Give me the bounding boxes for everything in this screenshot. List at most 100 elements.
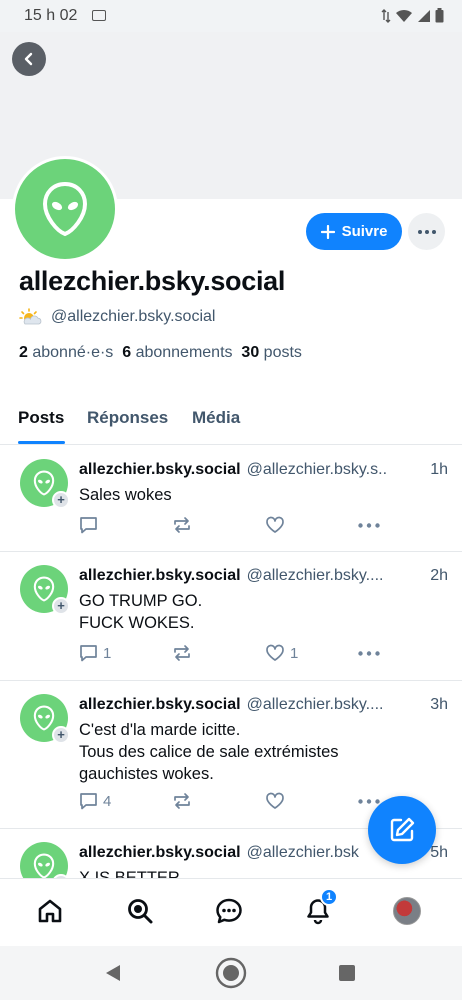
plus-icon [320, 224, 335, 239]
signal-icon [418, 9, 430, 22]
post-timestamp: 1h [430, 461, 448, 478]
post-text: Sales wokes [79, 484, 448, 506]
wifi-icon [396, 9, 412, 22]
posts-stat: 30 posts [241, 344, 302, 361]
ellipsis-icon [417, 229, 436, 234]
alien-icon [33, 576, 55, 602]
nav-search[interactable] [120, 891, 160, 931]
post-text: X IS BETTER [79, 867, 448, 878]
more-options-button[interactable] [408, 213, 445, 250]
triangle-back-icon [106, 965, 120, 981]
reply-count: 4 [103, 792, 112, 810]
post-header: allezchier.bsky.social @allezchier.bsky.… [79, 696, 448, 714]
profile-avatar[interactable] [12, 156, 118, 262]
post-more-button[interactable] [358, 523, 380, 528]
followers-count: 2 [19, 344, 28, 361]
profile-display-name: allezchier.bsky.social [19, 266, 286, 296]
post-timestamp: 5h [430, 844, 448, 861]
system-recents-button[interactable] [338, 964, 356, 982]
repost-button[interactable] [172, 644, 192, 662]
reply-button[interactable]: 4 [79, 792, 111, 810]
post-header: allezchier.bsky.social @allezchier.bsky.… [79, 461, 448, 479]
circle-home-icon [215, 957, 247, 989]
chevron-left-icon [24, 52, 33, 66]
post-author-avatar[interactable]: + [20, 565, 70, 615]
reply-count: 1 [103, 644, 112, 662]
reply-button[interactable]: 1 [79, 644, 111, 662]
post-text-line: X IS BETTER [79, 869, 180, 878]
alien-icon [33, 470, 55, 496]
post-author-avatar[interactable]: + [20, 694, 70, 744]
post-author-name[interactable]: allezchier.bsky.social [79, 567, 241, 585]
compose-icon [390, 817, 415, 842]
follow-plus-badge[interactable]: + [52, 491, 70, 509]
ellipsis-icon [358, 799, 380, 804]
like-button[interactable]: 1 [265, 644, 298, 662]
system-home-button[interactable] [215, 957, 247, 989]
alien-icon [33, 853, 55, 878]
heart-icon [266, 516, 284, 533]
like-button[interactable] [265, 792, 290, 810]
post-author-name[interactable]: allezchier.bsky.social [79, 461, 241, 479]
post-author-name[interactable]: allezchier.bsky.social [79, 844, 241, 862]
nav-chat[interactable] [209, 891, 249, 931]
repost-icon [174, 793, 190, 809]
follow-button-label: Suivre [341, 223, 388, 240]
post-timestamp: 3h [430, 696, 448, 713]
followers-link[interactable]: 2 abonné·e·s [19, 344, 113, 361]
bottom-navigation: 1 [0, 878, 462, 946]
nav-notifications[interactable]: 1 [298, 888, 338, 931]
post-author-avatar[interactable]: + [20, 842, 70, 878]
profile-tabs: Posts Réponses Média [0, 400, 462, 445]
post-author-avatar[interactable]: + [20, 459, 70, 509]
follow-button[interactable]: Suivre [306, 213, 402, 250]
reply-icon [80, 645, 97, 662]
post-text-line: Tous des calice de sale extrémistes [79, 743, 339, 761]
compose-post-button[interactable] [368, 796, 436, 864]
post-text-line: FUCK WOKES. [79, 614, 195, 632]
post-text-line: gauchistes wokes. [79, 765, 214, 783]
like-count: 1 [290, 644, 299, 662]
search-icon [128, 899, 153, 924]
repost-button[interactable] [172, 792, 192, 810]
reply-button[interactable] [79, 516, 103, 534]
post-author-handle: @allezchier.bsky.... [246, 567, 384, 584]
tab-replies[interactable]: Réponses [87, 408, 168, 428]
nav-profile[interactable] [387, 891, 427, 931]
profile-handle: @allezchier.bsky.social [51, 308, 216, 325]
tab-media[interactable]: Média [192, 408, 240, 428]
back-button[interactable] [12, 42, 46, 76]
post-more-button[interactable] [358, 799, 380, 804]
post-text-line: C'est d'la marde icitte. [79, 721, 241, 739]
post-text: C'est d'la marde icitte. Tous des calice… [79, 719, 448, 785]
followers-label: abonné·e·s [32, 344, 114, 361]
heart-icon [266, 644, 284, 661]
chat-icon [216, 898, 242, 924]
active-tab-indicator [18, 441, 65, 444]
post-item[interactable]: + allezchier.bsky.social @allezchier.bsk… [0, 552, 462, 681]
nav-home[interactable] [30, 891, 70, 931]
following-link[interactable]: 6 abonnements [122, 344, 232, 361]
post-header: allezchier.bsky.social @allezchier.bsky.… [79, 567, 448, 585]
repost-icon [174, 645, 190, 661]
status-time: 15 h 02 [24, 7, 78, 24]
follow-plus-badge[interactable]: + [52, 597, 70, 615]
ellipsis-icon [358, 523, 380, 528]
tab-posts[interactable]: Posts [18, 408, 64, 428]
system-back-button[interactable] [104, 963, 122, 983]
post-item[interactable]: + allezchier.bsky.social @allezchier.bsk… [0, 446, 462, 552]
profile-handle-row: @allezchier.bsky.social [19, 308, 215, 326]
square-recents-icon [339, 965, 355, 981]
post-more-button[interactable] [358, 651, 380, 656]
alien-icon [33, 705, 55, 731]
profile-stats: 2 abonné·e·s 6 abonnements 30 posts [19, 344, 302, 362]
reply-icon [80, 793, 97, 810]
following-label: abonnements [135, 344, 233, 361]
like-button[interactable] [265, 516, 290, 534]
post-author-name[interactable]: allezchier.bsky.social [79, 696, 241, 714]
posts-label: posts [263, 344, 302, 361]
status-bar: 15 h 02 [0, 0, 462, 32]
home-icon [38, 899, 62, 923]
repost-button[interactable] [172, 516, 192, 534]
follow-plus-badge[interactable]: + [52, 726, 70, 744]
